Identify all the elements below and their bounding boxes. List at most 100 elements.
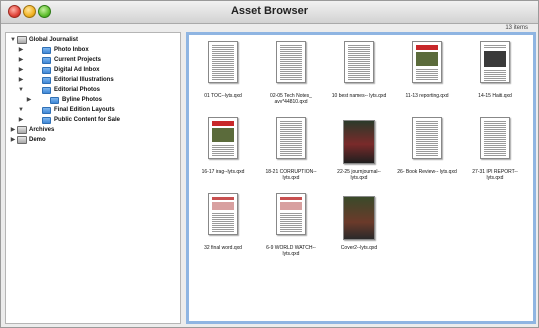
file-thumbnail[interactable]: 26- Book Review-- lyts.qxd — [397, 114, 457, 184]
text-line — [348, 63, 370, 64]
file-thumbnail[interactable]: 32 final word.qxd — [193, 190, 253, 260]
text-line — [484, 135, 506, 136]
disclosure-collapsed-icon[interactable]: ▶ — [10, 136, 16, 145]
text-line — [212, 219, 234, 220]
file-thumbnail[interactable]: 27-31 IPI REPORT-- lyts.qxd — [465, 114, 525, 184]
text-line — [212, 145, 234, 146]
tree-item-byline-photos[interactable]: ▶ Byline Photos — [6, 96, 176, 105]
document-preview-icon — [276, 117, 306, 159]
text-line — [212, 227, 234, 228]
text-line — [212, 71, 234, 72]
text-line — [416, 127, 438, 128]
text-line — [416, 153, 438, 154]
text-line — [484, 141, 506, 142]
text-line — [416, 155, 438, 156]
image-block — [212, 128, 234, 142]
file-thumbnail[interactable]: 02-05 Tech Notes_ avv*44810.qxd — [261, 38, 321, 108]
text-line — [212, 53, 234, 54]
tree-item-label: Editorial Illustrations — [54, 77, 114, 83]
text-line — [280, 51, 302, 52]
file-thumbnail[interactable]: 10 best names-- lyts.qxd — [329, 38, 389, 108]
disclosure-expanded-icon[interactable]: ▼ — [18, 86, 24, 95]
disclosure-expanded-icon[interactable]: ▼ — [18, 106, 24, 115]
file-name: 16-17 irag--lyts.qxd — [201, 169, 245, 175]
tree-item-editorial-photos[interactable]: ▼ Editorial Photos — [6, 86, 176, 95]
text-line — [280, 219, 302, 220]
file-thumbnail[interactable]: 16-17 irag--lyts.qxd — [193, 114, 253, 184]
document-preview-icon — [276, 193, 306, 235]
file-name: 18-21 CORRUPTION-- lyts.qxd — [265, 169, 317, 181]
document-preview-icon — [480, 41, 510, 83]
text-line — [280, 71, 302, 72]
disclosure-collapsed-icon[interactable]: ▶ — [18, 46, 24, 55]
text-line — [212, 215, 234, 216]
text-line — [348, 51, 370, 52]
tree-item-label: Archives — [29, 127, 55, 133]
text-line — [348, 53, 370, 54]
text-line — [280, 77, 302, 78]
tree-item-public-content-for-sale[interactable]: ▶ Public Content for Sale — [6, 116, 176, 125]
text-line — [484, 155, 506, 156]
disclosure-expanded-icon[interactable]: ▼ — [10, 36, 16, 45]
text-line — [212, 67, 234, 68]
file-browser[interactable]: 01 TOC--lyts.qxd 02-05 Tech Notes_ avv*44… — [186, 32, 536, 324]
text-line — [280, 149, 302, 150]
disclosure-collapsed-icon[interactable]: ▶ — [18, 56, 24, 65]
text-line — [280, 49, 302, 50]
text-line — [484, 123, 506, 124]
text-line — [212, 55, 234, 56]
text-line — [484, 125, 506, 126]
text-line — [484, 147, 506, 148]
text-line — [484, 72, 506, 73]
tree-item-editorial-illustrations[interactable]: ▶ Editorial Illustrations — [6, 76, 176, 85]
document-preview-icon — [343, 120, 375, 164]
document-preview-icon — [208, 117, 238, 159]
text-line — [280, 217, 302, 218]
text-line — [484, 131, 506, 132]
headline-block — [280, 197, 302, 200]
disclosure-collapsed-icon[interactable]: ▶ — [18, 66, 24, 75]
text-line — [416, 71, 438, 72]
tree-item-photo-inbox[interactable]: ▶ Photo Inbox — [6, 46, 176, 55]
image-block — [280, 202, 302, 210]
tree-item-label: Byline Photos — [62, 97, 103, 103]
file-thumbnail[interactable]: 6-9 WORLD WATCH-- lyts.qxd — [261, 190, 321, 260]
tree-item-current-projects[interactable]: ▶ Current Projects — [6, 56, 176, 65]
document-preview-icon — [412, 41, 442, 83]
text-line — [484, 127, 506, 128]
text-line — [280, 47, 302, 48]
tree-item-label: Editorial Photos — [54, 87, 101, 93]
text-line — [280, 129, 302, 130]
tree-item-demo[interactable]: ▶ Demo — [6, 136, 176, 145]
file-thumbnail[interactable]: Cover2--lyts.qxd — [329, 190, 389, 260]
folder-icon — [42, 67, 51, 74]
text-line — [212, 217, 234, 218]
text-line — [212, 213, 234, 214]
text-line — [212, 79, 234, 80]
file-thumbnail[interactable]: 22-25 journjournal-- lyts.qxd — [329, 114, 389, 184]
tree-item-global-journalist[interactable]: ▼ Global Journalist — [6, 36, 176, 45]
file-name: 26- Book Review-- lyts.qxd — [397, 169, 457, 175]
file-name: 6-9 WORLD WATCH-- lyts.qxd — [266, 245, 316, 257]
text-line — [484, 143, 506, 144]
file-name: Cover2--lyts.qxd — [340, 245, 378, 251]
tree-item-digital-ad-inbox[interactable]: ▶ Digital Ad Inbox — [6, 66, 176, 75]
tree-item-final-edition-layouts[interactable]: ▼ Final Edition Layouts — [6, 106, 176, 115]
text-line — [484, 137, 506, 138]
file-name: 02-05 Tech Notes_ avv*44810.qxd — [270, 93, 312, 105]
folder-tree[interactable]: ▼ Global Journalist ▶ Photo Inbox ▶ Current P… — [5, 32, 181, 324]
disclosure-collapsed-icon[interactable]: ▶ — [18, 76, 24, 85]
file-thumbnail[interactable]: 11-13 reporting.qxd — [397, 38, 457, 108]
disclosure-collapsed-icon[interactable]: ▶ — [18, 116, 24, 125]
text-line — [280, 53, 302, 54]
title-bar[interactable]: Asset Browser — [1, 1, 538, 24]
text-line — [280, 57, 302, 58]
file-thumbnail[interactable]: 01 TOC--lyts.qxd — [193, 38, 253, 108]
tree-item-archives[interactable]: ▶ Archives — [6, 126, 176, 135]
disclosure-collapsed-icon[interactable]: ▶ — [26, 96, 32, 105]
disclosure-collapsed-icon[interactable]: ▶ — [10, 126, 16, 135]
text-line — [280, 143, 302, 144]
text-line — [416, 123, 438, 124]
file-thumbnail[interactable]: 18-21 CORRUPTION-- lyts.qxd — [261, 114, 321, 184]
file-thumbnail[interactable]: 14-15 Haiti.qxd — [465, 38, 525, 108]
